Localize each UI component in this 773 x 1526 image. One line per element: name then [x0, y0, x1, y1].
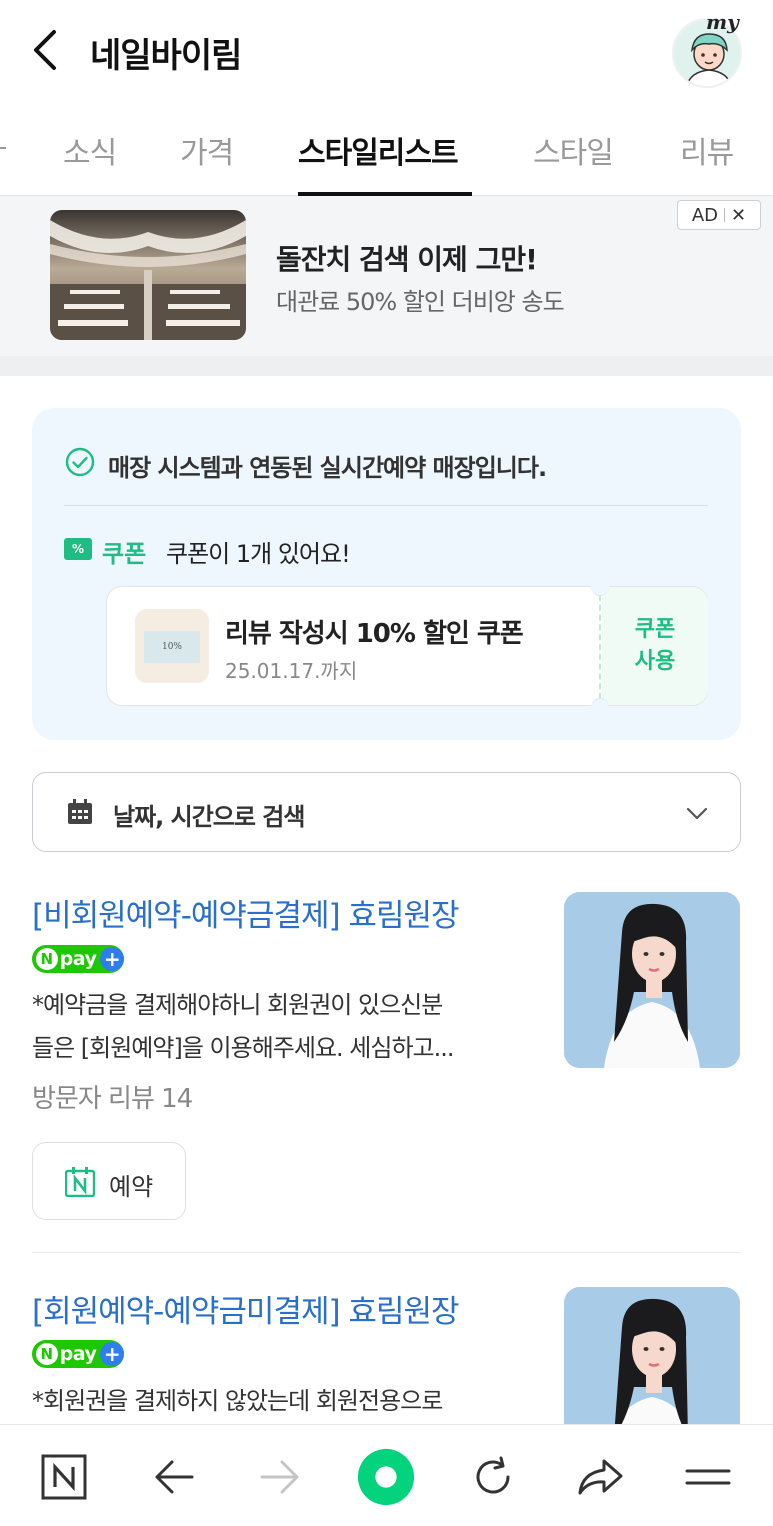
tab-news[interactable]: 소식 [63, 128, 117, 172]
stylist-description[interactable]: *예약금을 결제해야하니 회원권이 있으신분 들은 [회원예약]을 이용해주세요… [32, 984, 532, 1070]
stylist-title[interactable]: [회원예약-예약금미결제] 효림원장 [32, 1286, 460, 1331]
ad-title: 돌잔치 검색 이제 그만! [276, 243, 538, 276]
date-time-search-dropdown[interactable]: 날짜, 시간으로 검색 [32, 772, 741, 852]
check-circle-icon [64, 446, 96, 478]
page-title: 네일바이림 [90, 36, 242, 76]
npay-n: N [36, 948, 58, 970]
npay-n: N [36, 1343, 58, 1365]
ad-image [50, 210, 246, 340]
npay-pay: pay [59, 948, 97, 970]
coupon-card[interactable]: 10% 리뷰 작성시 10% 할인 쿠폰 25.01.17.까지 쿠폰 사용 [106, 578, 708, 716]
coupon-name: 리뷰 작성시 10% 할인 쿠폰 [225, 619, 524, 649]
use-coupon-label-1: 쿠폰 [634, 617, 676, 643]
my-label: my [706, 10, 739, 34]
stylist-description[interactable]: *회원권을 결제하지 않았는데 회원전용으로 [32, 1380, 532, 1423]
arrow-right-icon[interactable] [250, 1447, 310, 1507]
use-coupon-button[interactable]: 쿠폰 사용 [602, 587, 708, 705]
ad-subtitle: 대관료 50% 할인 더비앙 송도 [276, 288, 565, 316]
naver-n-icon[interactable] [34, 1447, 94, 1507]
refresh-icon[interactable] [463, 1447, 523, 1507]
reservation-info-box: 매장 시스템과 연동된 실시간예약 매장입니다. % 쿠폰 쿠폰이 1개 있어요… [32, 408, 741, 740]
description-line: *회원권을 결제하지 않았는데 회원전용으로 [32, 1387, 443, 1415]
share-icon[interactable] [570, 1447, 630, 1507]
npay-plus-badge: N pay + [32, 1340, 124, 1368]
description-line: *예약금을 결제해야하니 회원권이 있으신분 [32, 991, 443, 1019]
chevron-down-icon [685, 801, 709, 825]
npay-plus: + [100, 947, 124, 971]
npay-pay: pay [59, 1343, 97, 1365]
npay-plus: + [100, 1342, 124, 1366]
tab-style[interactable]: 스타일 [533, 128, 614, 172]
calendar-icon [67, 799, 93, 825]
header: 네일바이림 my [0, 0, 773, 100]
tab-stylist[interactable]: 스타일리스트 [298, 128, 459, 172]
book-button[interactable]: 예약 [32, 1142, 186, 1220]
visitor-review-count[interactable]: 방문자 리뷰 14 [32, 1078, 193, 1115]
close-icon[interactable]: ✕ [731, 205, 746, 226]
coupon-perforation [599, 595, 601, 699]
ad-badge-separator [724, 208, 726, 222]
divider [64, 505, 708, 506]
coupon-icon: % [64, 538, 92, 560]
coupon-count-text: 쿠폰이 1개 있어요! [166, 540, 351, 568]
coupon-thumb-text: 10% [144, 631, 200, 663]
use-coupon-label-2: 사용 [634, 649, 676, 674]
naver-booking-icon [64, 1167, 96, 1198]
stylist-title[interactable]: [비회원예약-예약금결제] 효림원장 [32, 890, 460, 935]
arrow-left-icon[interactable] [144, 1447, 204, 1507]
menu-icon[interactable] [678, 1447, 738, 1507]
npay-plus-badge: N pay + [32, 945, 124, 973]
ad-label: AD [691, 204, 719, 226]
coupon-expiry: 25.01.17.까지 [225, 659, 358, 683]
tab-scroll-edge [0, 147, 6, 149]
book-label: 예약 [109, 1173, 154, 1201]
realtime-reservation-text: 매장 시스템과 연동된 실시간예약 매장입니다. [108, 454, 547, 482]
section-spacer [0, 356, 773, 376]
tab-price[interactable]: 가격 [180, 128, 234, 172]
stylist-photo[interactable] [564, 892, 740, 1068]
chevron-left-icon[interactable] [26, 28, 66, 72]
green-dot-icon[interactable] [356, 1447, 416, 1507]
search-label: 날짜, 시간으로 검색 [113, 803, 305, 831]
list-divider [32, 1252, 741, 1253]
ad-banner[interactable]: 돌잔치 검색 이제 그만! 대관료 50% 할인 더비앙 송도 [0, 196, 773, 356]
coupon-label: 쿠폰 [102, 540, 147, 568]
ad-badge[interactable]: AD ✕ [677, 200, 761, 230]
tab-bar: 소식 가격 스타일리스트 스타일 리뷰 [0, 100, 773, 196]
coupon-thumbnail: 10% [135, 609, 209, 683]
tab-review[interactable]: 리뷰 [680, 128, 734, 172]
browser-toolbar [0, 1424, 773, 1526]
description-line: 들은 [회원예약]을 이용해주세요. 세심하고... [32, 1034, 455, 1062]
coupon-notch [591, 578, 609, 596]
coupon-notch [591, 698, 609, 716]
